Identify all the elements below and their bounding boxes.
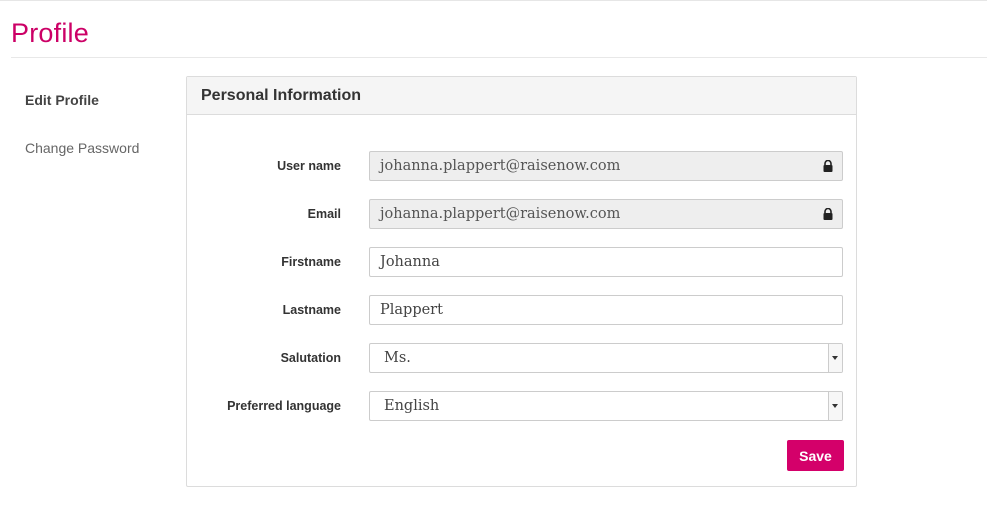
salutation-label: Salutation xyxy=(280,351,341,365)
lastname-label: Lastname xyxy=(282,303,341,317)
chevron-down-icon[interactable] xyxy=(828,344,842,372)
salutation-selected-value: Ms. xyxy=(384,350,411,366)
panel-title: Personal Information xyxy=(187,77,856,115)
email-row: Email johanna.plappert@raisenow.com xyxy=(187,199,856,229)
username-row: User name johanna.plappert@raisenow.com xyxy=(187,151,856,181)
language-row: Preferred language English xyxy=(187,391,856,421)
lastname-input[interactable]: Plappert xyxy=(369,295,843,325)
username-field: johanna.plappert@raisenow.com xyxy=(369,151,843,181)
firstname-row: Firstname Johanna xyxy=(187,247,856,277)
username-value: johanna.plappert@raisenow.com xyxy=(380,158,621,174)
email-label: Email xyxy=(307,207,341,221)
lastname-row: Lastname Plappert xyxy=(187,295,856,325)
language-select[interactable]: English xyxy=(369,391,843,421)
page-title: Profile xyxy=(11,18,89,48)
title-divider xyxy=(11,57,987,58)
firstname-label: Firstname xyxy=(281,255,341,269)
sidebar-item-change-password[interactable]: Change Password xyxy=(25,136,175,160)
top-border xyxy=(0,0,987,1)
salutation-row: Salutation Ms. xyxy=(187,343,856,373)
email-value: johanna.plappert@raisenow.com xyxy=(380,206,621,222)
sidebar-item-edit-profile[interactable]: Edit Profile xyxy=(25,88,175,112)
chevron-down-icon[interactable] xyxy=(828,392,842,420)
personal-information-panel: Personal Information User name johanna.p… xyxy=(186,76,857,487)
lock-icon xyxy=(823,160,833,172)
firstname-value: Johanna xyxy=(380,254,440,270)
lastname-value: Plappert xyxy=(380,302,443,318)
language-label: Preferred language xyxy=(227,399,341,413)
email-field: johanna.plappert@raisenow.com xyxy=(369,199,843,229)
firstname-input[interactable]: Johanna xyxy=(369,247,843,277)
save-button[interactable]: Save xyxy=(787,440,844,471)
lock-icon xyxy=(823,208,833,220)
salutation-select[interactable]: Ms. xyxy=(369,343,843,373)
username-label: User name xyxy=(277,159,341,173)
profile-sidebar: Edit Profile Change Password xyxy=(25,88,175,160)
language-selected-value: English xyxy=(384,398,440,414)
